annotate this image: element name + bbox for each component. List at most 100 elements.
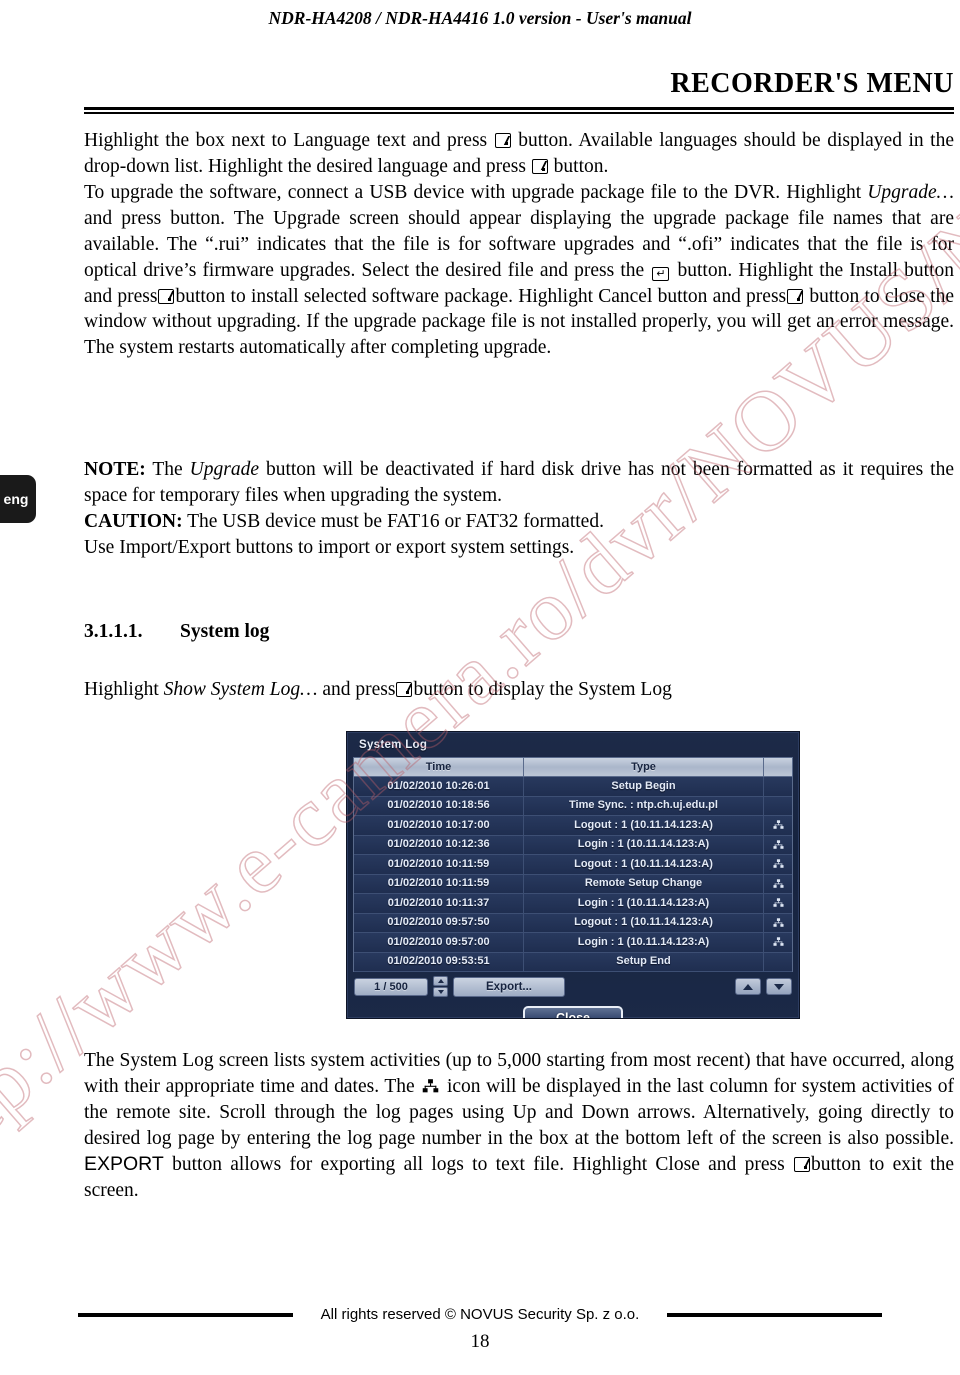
return-key-icon: ↵ <box>652 266 670 281</box>
footer-rule-left <box>77 1312 293 1317</box>
text-run: button to display the System Log <box>413 678 672 700</box>
paragraph-upgrade: To upgrade the software, connect a USB d… <box>84 180 954 361</box>
section-intro: Highlight Show System Log… and press butt… <box>84 677 954 703</box>
cell-type: Login : 1 (10.11.14.123:A) <box>524 933 764 952</box>
cell-type: Logout : 1 (10.11.14.123:A) <box>524 913 764 932</box>
language-tab: eng <box>0 475 36 523</box>
text-emphasis: Show System Log… <box>163 678 318 700</box>
page-footer: All rights reserved © NOVUS Security Sp.… <box>0 1306 960 1353</box>
table-row[interactable]: 01/02/2010 09:53:51 Setup End <box>354 952 792 972</box>
cell-type: Setup Begin <box>524 777 764 796</box>
cell-type: Time Sync. : ntp.ch.uj.edu.pl <box>524 796 764 815</box>
note-block: NOTE: The Upgrade button will be deactiv… <box>84 457 954 561</box>
enter-key-icon <box>396 681 413 697</box>
cell-remote-indicator <box>764 953 792 972</box>
cell-time: 01/02/2010 10:26:01 <box>354 777 524 796</box>
closing-paragraph: The System Log screen lists system activ… <box>84 1048 954 1204</box>
column-header-time: Time <box>354 758 524 776</box>
caution-label: CAUTION: <box>84 511 183 533</box>
cell-time: 01/02/2010 10:11:59 <box>354 874 524 893</box>
table-body: 01/02/2010 10:26:01 Setup Begin 01/02/2010… <box>354 777 792 972</box>
running-head: NDR-HA4208 / NDR-HA4416 1.0 version - Us… <box>268 8 692 28</box>
enter-key-icon <box>531 158 548 174</box>
table-row[interactable]: 01/02/2010 10:11:37 Login : 1 (10.11.14.1… <box>354 894 792 914</box>
section-number: 3.1.1.1. <box>84 620 143 642</box>
dialog-toolbar: 1 / 500 Export... <box>347 972 799 997</box>
spinner-down-button[interactable] <box>433 987 448 997</box>
arrow-up-icon <box>743 983 753 990</box>
close-button[interactable]: Close <box>523 1006 623 1018</box>
column-header-icon <box>764 758 792 776</box>
cell-time: 01/02/2010 10:18:56 <box>354 796 524 815</box>
cell-time: 01/02/2010 10:11:59 <box>354 855 524 874</box>
cell-remote-indicator <box>764 933 792 952</box>
paragraph-language: Highlight the box next to Language text … <box>84 128 954 180</box>
text-run: The USB device must be FAT16 or FAT32 fo… <box>182 511 604 533</box>
cell-remote-indicator <box>764 875 792 894</box>
enter-key-icon <box>494 133 511 148</box>
import-export-paragraph: Use Import/Export buttons to import or e… <box>84 537 575 559</box>
text-run: button to install selected software pack… <box>175 285 787 307</box>
note-label: NOTE: <box>84 459 146 481</box>
section-heading: 3.1.1.1. System log <box>84 621 954 643</box>
text-run: To upgrade the software, connect a USB d… <box>84 181 868 203</box>
table-header-row: Time Type <box>354 758 792 777</box>
cell-remote-indicator <box>764 777 792 796</box>
table-row[interactable]: 01/02/2010 10:12:36 Login : 1 (10.11.14.1… <box>354 835 792 855</box>
chevron-up-icon <box>437 979 444 983</box>
page-spinner[interactable] <box>433 976 448 997</box>
text-run: The <box>145 459 190 481</box>
title-divider <box>84 107 954 114</box>
cell-type: Logout : 1 (10.11.14.123:A) <box>524 855 764 874</box>
text-run: Highlight <box>84 678 164 700</box>
text-emphasis: Upgrade <box>189 459 259 481</box>
cell-time: 01/02/2010 10:11:37 <box>354 894 524 913</box>
cell-remote-indicator <box>764 797 792 816</box>
table-row[interactable]: 01/02/2010 10:11:59 Remote Setup Change <box>354 874 792 894</box>
network-icon <box>772 898 784 908</box>
table-row[interactable]: 01/02/2010 10:26:01 Setup Begin <box>354 777 792 797</box>
arrow-down-icon <box>774 983 784 990</box>
chevron-down-icon <box>437 990 444 994</box>
dialog-footer: Close <box>347 1006 799 1018</box>
cell-type: Logout : 1 (10.11.14.123:A) <box>524 816 764 835</box>
log-table: Time Type 01/02/2010 10:26:01 Setup Begin… <box>353 757 793 972</box>
table-row[interactable]: 01/02/2010 09:57:50 Logout : 1 (10.11.14.… <box>354 913 792 933</box>
network-icon <box>772 937 784 947</box>
cell-type: Setup End <box>524 952 764 971</box>
cell-remote-indicator <box>764 855 792 874</box>
table-row[interactable]: 01/02/2010 10:17:00 Logout : 1 (10.11.14.… <box>354 816 792 836</box>
network-icon <box>772 879 784 888</box>
network-icon <box>423 1079 439 1093</box>
page-indicator[interactable]: 1 / 500 <box>354 977 428 996</box>
cell-type: Login : 1 (10.11.14.123:A) <box>524 894 764 913</box>
enter-key-icon <box>787 288 804 304</box>
table-row[interactable]: 01/02/2010 09:57:00 Login : 1 (10.11.14.1… <box>354 933 792 953</box>
network-icon <box>772 918 784 927</box>
page-title: RECORDER'S MENU <box>670 68 954 99</box>
system-log-screenshot: System Log Time Type 01/02/2010 10:26:01… <box>346 731 800 1019</box>
table-row[interactable]: 01/02/2010 10:11:59 Logout : 1 (10.11.14.… <box>354 855 792 875</box>
cell-remote-indicator <box>764 836 792 855</box>
export-button[interactable]: Export... <box>453 976 565 997</box>
footer-rule-right <box>667 1312 883 1317</box>
cell-remote-indicator <box>764 816 792 835</box>
scroll-up-button[interactable] <box>735 978 761 995</box>
cell-remote-indicator <box>764 894 792 913</box>
text-run: button. <box>548 155 609 177</box>
page-content: RECORDER'S MENU Highlight the box next t… <box>84 68 954 703</box>
copyright-text: All rights reserved © NOVUS Security Sp.… <box>320 1306 640 1323</box>
system-log-dialog: System Log Time Type 01/02/2010 10:26:01… <box>346 731 800 1019</box>
cell-time: 01/02/2010 09:57:50 <box>354 913 524 932</box>
cell-time: 01/02/2010 10:12:36 <box>354 835 524 854</box>
text-run: and press <box>317 678 396 700</box>
network-icon <box>772 859 784 869</box>
spinner-up-button[interactable] <box>433 976 448 986</box>
scroll-down-button[interactable] <box>766 978 792 995</box>
enter-key-icon <box>794 1156 810 1172</box>
table-row[interactable]: 01/02/2010 10:18:56 Time Sync. : ntp.ch.u… <box>354 796 792 816</box>
caution-paragraph: CAUTION: The USB device must be FAT16 or… <box>84 509 954 535</box>
dialog-title: System Log <box>359 739 428 751</box>
cell-remote-indicator <box>764 914 792 933</box>
cell-type: Remote Setup Change <box>524 874 764 893</box>
